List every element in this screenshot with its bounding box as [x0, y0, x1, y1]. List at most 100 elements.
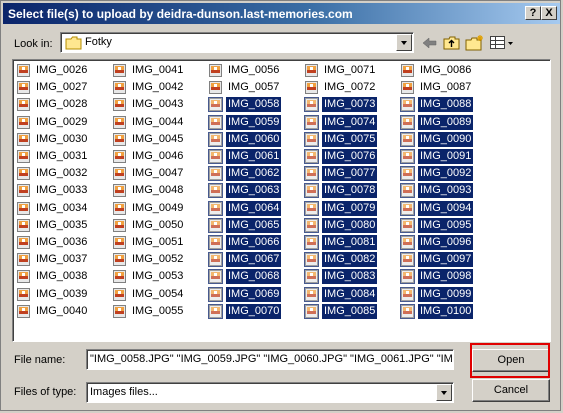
image-file-icon [208, 114, 223, 130]
image-file-icon [17, 304, 30, 318]
cancel-button[interactable]: Cancel [472, 379, 550, 402]
image-file-icon [17, 218, 30, 232]
image-file-icon [208, 269, 223, 285]
filename-input[interactable]: "IMG_0058.JPG" "IMG_0059.JPG" "IMG_0060.… [86, 349, 454, 370]
image-file-icon [17, 150, 30, 163]
image-file-icon [401, 81, 414, 95]
image-file-icon [208, 303, 223, 319]
image-file-icon [208, 252, 223, 268]
file-name: IMG_0082 [322, 252, 378, 268]
image-file-icon [209, 81, 222, 95]
file-name: IMG_0026 [36, 64, 88, 76]
file-name: IMG_0066 [226, 235, 282, 250]
file-list[interactable]: IMG_0026 IMG_0027 IMG_0028 IMG_0029 IMG_0030… [12, 59, 551, 342]
title-bar[interactable]: Select file(s) to upload by deidra-dunso… [3, 3, 560, 24]
file-name: IMG_0095 [418, 217, 474, 233]
image-file-icon [400, 183, 415, 199]
image-file-icon [400, 166, 415, 182]
image-file-icon [113, 81, 126, 95]
window-title: Select file(s) to upload by deidra-dunso… [8, 7, 353, 21]
new-folder-icon[interactable] [465, 34, 485, 52]
file-name: IMG_0041 [132, 64, 184, 76]
file-name: IMG_0058 [226, 97, 282, 113]
file-name: IMG_0043 [132, 98, 184, 111]
image-file-icon [400, 303, 415, 319]
image-file-icon [113, 236, 126, 249]
image-file-icon [208, 217, 223, 233]
image-file-icon [113, 201, 126, 215]
image-file-icon [17, 98, 30, 112]
image-file-icon [113, 98, 126, 112]
file-name: IMG_0047 [132, 167, 184, 180]
file-name: IMG_0065 [226, 217, 282, 233]
file-name: IMG_0057 [228, 81, 280, 94]
image-file-icon [113, 64, 126, 77]
folder-icon [65, 36, 82, 50]
image-file-icon [113, 167, 126, 181]
image-file-icon [401, 64, 414, 77]
file-name: IMG_0042 [132, 81, 184, 94]
image-file-icon [208, 166, 223, 182]
file-name: IMG_0097 [418, 252, 474, 268]
file-name: IMG_0087 [420, 81, 472, 94]
image-file-icon [17, 236, 30, 249]
back-arrow-icon[interactable] [421, 34, 439, 52]
file-name: IMG_0031 [36, 150, 88, 162]
lookin-value: Fotky [85, 36, 112, 48]
file-name: IMG_0067 [226, 252, 282, 268]
image-file-icon [17, 253, 30, 267]
up-folder-icon[interactable] [443, 34, 461, 52]
filetype-dropdown[interactable]: Images files... [86, 382, 454, 403]
image-file-icon [17, 167, 30, 181]
file-name: IMG_0029 [36, 115, 88, 128]
file-name: IMG_0035 [36, 218, 88, 231]
image-file-icon [17, 132, 30, 146]
image-file-icon [208, 235, 223, 250]
image-file-icon [304, 166, 319, 182]
image-file-icon [113, 218, 126, 232]
file-name: IMG_0100 [418, 303, 474, 319]
file-name: IMG_0081 [322, 235, 378, 250]
file-name: IMG_0034 [36, 201, 88, 214]
file-name: IMG_0037 [36, 253, 88, 266]
image-file-icon [400, 131, 415, 147]
image-file-icon [400, 235, 415, 250]
image-file-icon [400, 149, 415, 164]
file-name: IMG_0098 [418, 269, 474, 285]
image-file-icon [208, 286, 223, 302]
file-name: IMG_0092 [418, 166, 474, 182]
image-file-icon [304, 131, 319, 147]
file-name: IMG_0049 [132, 201, 184, 214]
lookin-dropdown[interactable]: Fotky [60, 32, 414, 53]
image-file-icon [208, 200, 223, 216]
file-name: IMG_0077 [322, 166, 378, 182]
file-name: IMG_0088 [418, 97, 474, 113]
image-file-icon [113, 304, 126, 318]
help-button[interactable]: ? [525, 6, 541, 20]
file-name: IMG_0055 [132, 304, 184, 317]
file-name: IMG_0039 [36, 287, 88, 300]
file-name: IMG_0061 [226, 149, 282, 164]
image-file-icon [17, 81, 30, 95]
image-file-icon [17, 115, 30, 129]
image-file-icon [17, 270, 30, 284]
image-file-icon [305, 64, 318, 77]
file-name: IMG_0063 [226, 183, 282, 199]
image-file-icon [400, 114, 415, 130]
chevron-down-icon[interactable] [396, 34, 412, 51]
file-name: IMG_0099 [418, 286, 474, 302]
lookin-label: Look in: [14, 38, 53, 50]
file-name: IMG_0045 [132, 132, 184, 145]
file-upload-dialog: Select file(s) to upload by deidra-dunso… [0, 0, 561, 411]
close-button[interactable]: X [541, 6, 557, 20]
file-name: IMG_0040 [36, 304, 88, 317]
file-name: IMG_0072 [324, 81, 376, 94]
image-file-icon [113, 270, 126, 284]
file-name: IMG_0064 [226, 200, 282, 216]
view-menu-icon[interactable] [489, 34, 515, 52]
file-name: IMG_0080 [322, 217, 378, 233]
file-name: IMG_0051 [132, 236, 184, 248]
chevron-down-icon[interactable] [436, 384, 452, 401]
file-name: IMG_0083 [322, 269, 378, 285]
file-name: IMG_0027 [36, 81, 88, 94]
